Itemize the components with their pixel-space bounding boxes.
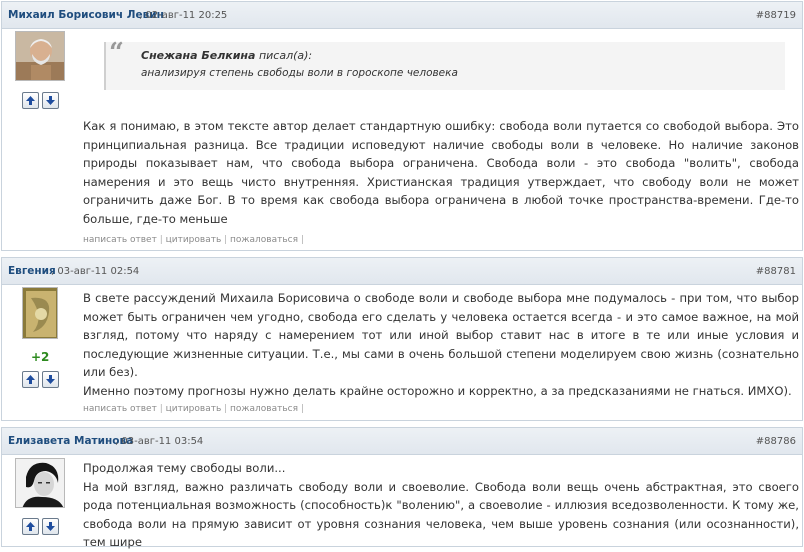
report-link[interactable]: пожаловаться [230,404,298,414]
quote-link[interactable]: цитировать [166,235,222,245]
post-body: Как я понимаю, в этом тексте автор делае… [83,117,799,228]
post-id-link[interactable]: #88781 [756,266,796,277]
avatar[interactable] [15,31,65,81]
separator: | [156,235,166,245]
post-paragraph: В свете рассуждений Михаила Борисовича о… [83,291,799,379]
post-header: Евгения , 03-авг-11 02:54 #88781 [2,258,802,285]
vote-down-button[interactable] [42,371,59,388]
avatar[interactable] [22,287,58,339]
quote-author: Снежана Белкина [141,49,256,62]
arrow-up-icon [26,96,35,105]
vote-down-button[interactable] [42,92,59,109]
post-date: , 03-авг-11 02:54 [51,266,140,277]
user-photo-elderly-man-icon [16,32,64,80]
post-id-link[interactable]: #88719 [756,10,796,21]
quote-text: анализируя степень свободы воли в гороск… [141,67,458,79]
user-photo-woman-bw-icon [16,459,64,507]
post-actions: написать ответ | цитировать | пожаловать… [83,404,304,414]
separator: | [221,404,231,414]
rating-score: +2 [31,350,50,364]
post-date: , 02-авг-11 20:25 [139,10,228,21]
quote-block: “ Снежана Белкина писал(а): анализируя с… [104,38,785,90]
separator: | [156,404,166,414]
post-id-link[interactable]: #88786 [756,436,796,447]
vote-up-button[interactable] [22,371,39,388]
reply-link[interactable]: написать ответ [83,404,157,414]
quote-link[interactable]: цитировать [166,404,222,414]
quote-author-line: Снежана Белкина писал(а): [141,49,312,62]
arrow-up-icon [26,522,35,531]
post-date: , 03-авг-11 03:54 [115,436,204,447]
post-paragraph: Именно поэтому прогнозы нужно делать кра… [83,383,792,398]
vote-up-button[interactable] [22,92,39,109]
post-paragraph: Продолжая тему свободы воли... [83,461,286,475]
post-88719: Михаил Борисович Левин , 02-авг-11 20:25… [1,1,803,251]
separator: | [221,235,231,245]
post-88781: Евгения , 03-авг-11 02:54 #88781 +2 В св… [1,257,803,421]
arrow-down-icon [46,522,55,531]
arrow-down-icon [46,96,55,105]
arrow-up-icon [26,375,35,384]
post-paragraph: Как я понимаю, в этом тексте автор делае… [83,119,799,226]
separator: | [298,404,304,414]
post-header: Михаил Борисович Левин , 02-авг-11 20:25… [2,2,802,29]
post-88786: Елизавета Матинова , 03-авг-11 03:54 #88… [1,427,803,549]
vote-down-button[interactable] [42,518,59,535]
post-actions: написать ответ | цитировать | пожаловать… [83,235,304,245]
report-link[interactable]: пожаловаться [230,235,298,245]
post-header: Елизавета Матинова , 03-авг-11 03:54 #88… [2,428,802,455]
post-paragraph: На мой взгляд, важно различать свободу в… [83,479,799,550]
quote-mark-icon: “ [109,38,124,68]
post-body: Продолжая тему свободы воли... На мой вз… [83,459,799,552]
vote-up-button[interactable] [22,518,39,535]
separator: | [298,235,304,245]
user-avatar-golden-card-icon [23,288,57,338]
arrow-down-icon [46,375,55,384]
post-body: В свете рассуждений Михаила Борисовича о… [83,289,799,400]
reply-link[interactable]: написать ответ [83,235,157,245]
quote-wrote: писал(а): [255,49,313,62]
avatar[interactable] [15,458,65,508]
post-author[interactable]: Евгения [8,265,56,277]
